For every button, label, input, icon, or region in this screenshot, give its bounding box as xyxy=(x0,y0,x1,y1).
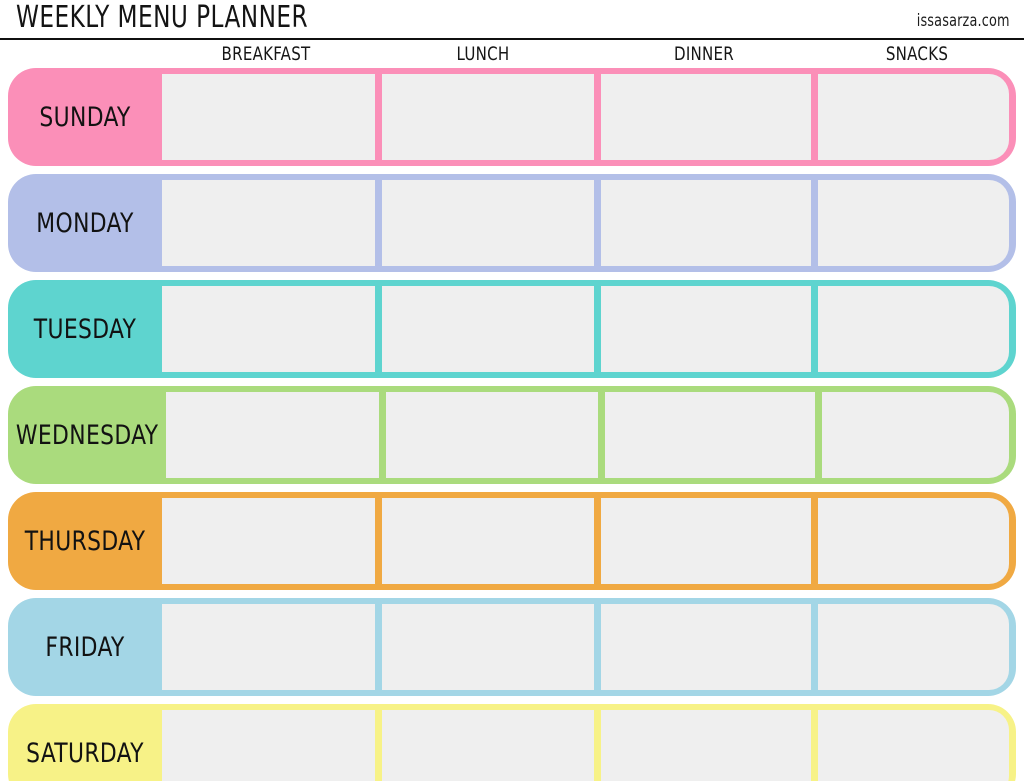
meal-cell-thursday-snacks[interactable] xyxy=(818,498,1009,584)
meal-cells xyxy=(162,280,1016,378)
column-header-row: BREAKFAST LUNCH DINNER SNACKS xyxy=(0,40,1024,68)
meal-cell-saturday-breakfast[interactable] xyxy=(162,710,375,781)
planner-row-monday: MONDAY xyxy=(8,174,1016,272)
meal-cell-thursday-dinner[interactable] xyxy=(601,498,811,584)
site-watermark: issasarza.com xyxy=(917,11,1010,31)
meal-cells xyxy=(162,492,1016,590)
meal-cell-friday-breakfast[interactable] xyxy=(162,604,375,690)
meal-cell-wednesday-dinner[interactable] xyxy=(605,392,816,478)
meal-cell-tuesday-lunch[interactable] xyxy=(382,286,594,372)
meal-cell-monday-dinner[interactable] xyxy=(601,180,811,266)
meal-cell-thursday-breakfast[interactable] xyxy=(162,498,375,584)
meal-cells xyxy=(162,598,1016,696)
meal-cell-wednesday-snacks[interactable] xyxy=(822,392,1009,478)
meal-cell-wednesday-breakfast[interactable] xyxy=(166,392,380,478)
meal-cell-saturday-dinner[interactable] xyxy=(601,710,811,781)
meal-cell-sunday-snacks[interactable] xyxy=(818,74,1009,160)
planner-rows: SUNDAY MONDAY TUESDAY WEDNESDAY THURSDAY FRID… xyxy=(0,68,1024,781)
meal-cell-tuesday-snacks[interactable] xyxy=(818,286,1009,372)
meal-cell-thursday-lunch[interactable] xyxy=(382,498,594,584)
planner-row-wednesday: WEDNESDAY xyxy=(8,386,1016,484)
meal-cell-wednesday-lunch[interactable] xyxy=(386,392,599,478)
day-label-sunday: SUNDAY xyxy=(39,101,131,133)
day-label-friday: FRIDAY xyxy=(45,631,125,663)
meal-cell-monday-snacks[interactable] xyxy=(818,180,1009,266)
meal-cell-sunday-dinner[interactable] xyxy=(601,74,811,160)
meal-cell-monday-lunch[interactable] xyxy=(382,180,594,266)
meal-cell-saturday-lunch[interactable] xyxy=(382,710,594,781)
column-header-breakfast: BREAKFAST xyxy=(221,43,311,65)
planner-row-saturday: SATURDAY xyxy=(8,704,1016,781)
meal-cell-tuesday-dinner[interactable] xyxy=(601,286,811,372)
meal-cell-sunday-lunch[interactable] xyxy=(382,74,594,160)
weekly-menu-planner: WEEKLY MENU PLANNER issasarza.com BREAKF… xyxy=(0,0,1024,781)
column-header-lunch: LUNCH xyxy=(456,43,510,65)
planner-row-tuesday: TUESDAY xyxy=(8,280,1016,378)
meal-cell-friday-snacks[interactable] xyxy=(818,604,1009,690)
day-label-wednesday: WEDNESDAY xyxy=(15,419,159,451)
meal-cell-tuesday-breakfast[interactable] xyxy=(162,286,375,372)
meal-cells xyxy=(162,704,1016,781)
planner-row-sunday: SUNDAY xyxy=(8,68,1016,166)
column-header-dinner: DINNER xyxy=(673,43,735,65)
page-title: WEEKLY MENU PLANNER xyxy=(16,0,309,35)
meal-cells xyxy=(162,68,1016,166)
day-label-thursday: THURSDAY xyxy=(24,525,146,557)
meal-cell-saturday-snacks[interactable] xyxy=(818,710,1009,781)
meal-cell-friday-lunch[interactable] xyxy=(382,604,594,690)
day-label-tuesday: TUESDAY xyxy=(33,313,137,345)
meal-cells xyxy=(162,174,1016,272)
masthead: WEEKLY MENU PLANNER issasarza.com xyxy=(0,0,1024,40)
meal-cell-friday-dinner[interactable] xyxy=(601,604,811,690)
planner-row-thursday: THURSDAY xyxy=(8,492,1016,590)
meal-cell-sunday-breakfast[interactable] xyxy=(162,74,375,160)
column-header-snacks: SNACKS xyxy=(885,43,949,65)
meal-cell-monday-breakfast[interactable] xyxy=(162,180,375,266)
day-label-monday: MONDAY xyxy=(36,207,134,239)
planner-row-friday: FRIDAY xyxy=(8,598,1016,696)
day-label-saturday: SATURDAY xyxy=(26,737,144,769)
meal-cells xyxy=(166,386,1016,484)
